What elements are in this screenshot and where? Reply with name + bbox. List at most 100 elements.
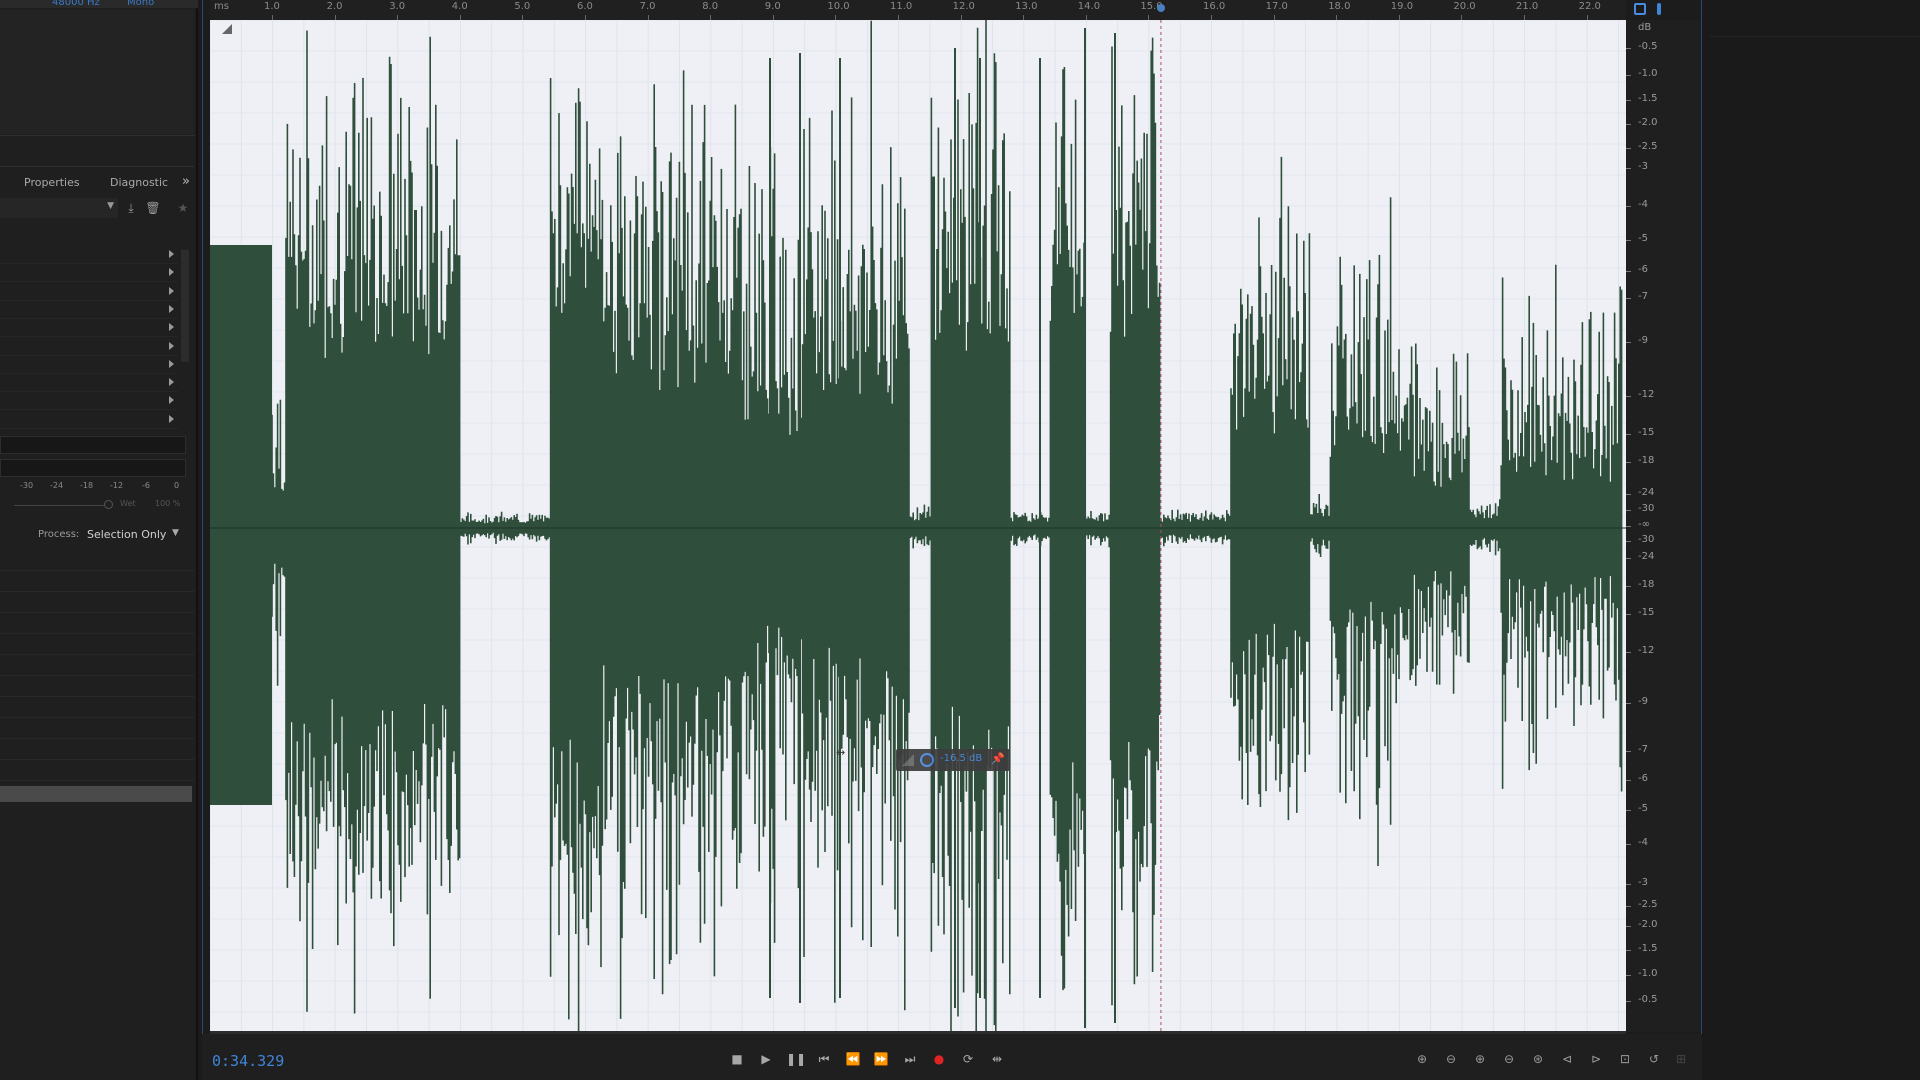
db-tick-label: -3: [1638, 877, 1648, 888]
chevrons-right-icon[interactable]: »: [182, 174, 190, 189]
preset-dropdown[interactable]: ▼: [0, 198, 118, 218]
headphones-icon[interactable]: [1634, 3, 1646, 15]
transport-bar: 0:34.329 ■ ▶ ❚❚ ⏮ ⏪ ⏩ ⏭ ● ⟳ ⇹ ⊕ ⊖ ⊕ ⊖ ⊛ …: [202, 1034, 1702, 1080]
go-to-end-icon[interactable]: ⏭: [901, 1052, 919, 1066]
expand-triangle-icon[interactable]: [169, 323, 174, 332]
waveform-selection-block[interactable]: [210, 245, 272, 805]
effect-slot[interactable]: [0, 283, 178, 301]
effect-slot[interactable]: [0, 319, 178, 338]
list-item[interactable]: [0, 634, 194, 655]
zoom-to-selection-icon[interactable]: ⊡: [1614, 1052, 1636, 1066]
db-tick-label: -18: [1638, 579, 1655, 590]
db-unit: dB: [1638, 22, 1652, 33]
panel-header-area: [0, 10, 194, 134]
delete-icon[interactable]: 🗑: [145, 200, 161, 216]
list-item[interactable]: [0, 613, 194, 634]
waveform-path[interactable]: [271, 20, 1623, 1032]
expand-triangle-icon[interactable]: [169, 378, 174, 387]
record-icon[interactable]: ●: [930, 1052, 948, 1066]
zoom-in-right-icon[interactable]: ⊳: [1585, 1052, 1607, 1066]
zoom-reset-icon[interactable]: ↺: [1643, 1052, 1665, 1066]
list-item[interactable]: [0, 655, 194, 676]
db-tick-label: -5: [1638, 233, 1648, 244]
tab-diagnostic[interactable]: Diagnostic: [110, 176, 168, 189]
expand-triangle-icon[interactable]: [169, 359, 174, 368]
list-item[interactable]: [0, 676, 194, 697]
waveform-canvas[interactable]: [210, 20, 1626, 1032]
pin-icon[interactable]: 📌: [991, 752, 1005, 765]
expand-triangle-icon[interactable]: [169, 414, 174, 423]
rack-scrollbar[interactable]: [181, 250, 189, 362]
db-tick-label: -4: [1638, 199, 1648, 210]
db-tick-label: -12: [1638, 389, 1655, 400]
effect-slot[interactable]: [0, 264, 178, 283]
zoom-in-time-icon[interactable]: ⊕: [1469, 1052, 1491, 1066]
db-tick: [1626, 124, 1631, 125]
loop-icon[interactable]: ⟳: [959, 1052, 977, 1066]
list-item[interactable]: [0, 718, 194, 739]
db-tick-label: -6: [1638, 773, 1648, 784]
pause-icon[interactable]: ❚❚: [786, 1052, 806, 1066]
time-ruler[interactable]: ms 1.0 2.0 3.0 4.0 5.0 6.0 7.0 8.0 9.0 10.0 11.0 12…: [210, 0, 1626, 20]
db-tick-label: -9: [1638, 335, 1648, 346]
save-preset-icon[interactable]: ⤓: [123, 200, 139, 216]
effect-slot[interactable]: [0, 356, 178, 374]
tab-properties[interactable]: Properties: [24, 176, 80, 189]
db-tick-label: -0.5: [1638, 41, 1658, 52]
effect-slot[interactable]: [0, 411, 178, 429]
db-tick-label: -4: [1638, 837, 1648, 848]
zoom-in-left-icon[interactable]: ⊲: [1556, 1052, 1578, 1066]
ruler-tick-label: 14.0: [1077, 1, 1101, 12]
list-item[interactable]: [0, 571, 194, 592]
stop-icon[interactable]: ■: [728, 1052, 746, 1066]
db-tick-label: -2.0: [1638, 919, 1658, 930]
amplitude-hud[interactable]: -16.5 dB 📌: [896, 749, 1010, 771]
effect-slot[interactable]: [0, 246, 178, 264]
db-tick: [1626, 541, 1631, 542]
zoom-out-amplitude-icon[interactable]: ⊖: [1440, 1052, 1462, 1066]
ruler-tick-label: 1.0: [264, 1, 280, 12]
list-item[interactable]: [0, 739, 194, 760]
list-item[interactable]: [0, 697, 194, 718]
expand-triangle-icon[interactable]: [169, 304, 174, 313]
expand-triangle-icon[interactable]: [169, 341, 174, 350]
channels: Mono: [127, 0, 155, 8]
process-dropdown[interactable]: Selection Only: [87, 528, 166, 541]
meter-tick: 0: [174, 481, 180, 490]
waveform-display[interactable]: ↔ -16.5 dB 📌: [210, 20, 1626, 1032]
list-item[interactable]: [0, 592, 194, 613]
expand-triangle-icon[interactable]: [169, 268, 174, 277]
zoom-out-full-icon[interactable]: ⊛: [1527, 1052, 1549, 1066]
skip-selection-icon[interactable]: ⇹: [988, 1052, 1006, 1066]
expand-triangle-icon[interactable]: [169, 286, 174, 295]
list-item[interactable]: [0, 550, 194, 571]
time-display[interactable]: 0:34.329: [212, 1052, 284, 1070]
zoom-in-amplitude-icon[interactable]: ⊕: [1411, 1052, 1433, 1066]
wet-slider-knob[interactable]: [104, 500, 113, 509]
amplitude-knob[interactable]: [920, 753, 934, 767]
go-to-start-icon[interactable]: ⏮: [815, 1052, 833, 1066]
ruler-tick-label: 4.0: [451, 1, 468, 12]
db-tick-label: -24: [1638, 487, 1655, 498]
pin-icon[interactable]: [1657, 3, 1662, 15]
zoom-extra-icon[interactable]: ⊞: [1670, 1052, 1692, 1066]
playhead-handle[interactable]: [1156, 4, 1165, 12]
expand-triangle-icon[interactable]: [169, 250, 174, 258]
chevron-down-icon[interactable]: ▼: [172, 528, 179, 538]
play-icon[interactable]: ▶: [757, 1052, 775, 1066]
list-item[interactable]: [0, 760, 194, 781]
fast-forward-icon[interactable]: ⏩: [872, 1052, 890, 1066]
expand-triangle-icon[interactable]: [169, 396, 174, 405]
amplitude-ruler[interactable]: dB -0.5 -1.0 -1.5 -2.0 -2.5 -3 -4 -5 -6 -7 -9 -12 -1…: [1626, 20, 1700, 1032]
effect-slot[interactable]: [0, 338, 178, 356]
panel-footer-bar[interactable]: [0, 786, 192, 802]
favorite-star-icon[interactable]: ★: [175, 200, 191, 216]
zoom-out-time-icon[interactable]: ⊖: [1498, 1052, 1520, 1066]
effect-slot[interactable]: [0, 374, 178, 393]
effect-slot[interactable]: [0, 301, 178, 319]
ruler-tick-label: 11.0: [890, 1, 913, 12]
effect-slot[interactable]: [0, 392, 178, 411]
wet-slider-track[interactable]: [14, 505, 104, 506]
rewind-icon[interactable]: ⏪: [844, 1052, 862, 1066]
db-tick-label: -15: [1638, 427, 1655, 438]
